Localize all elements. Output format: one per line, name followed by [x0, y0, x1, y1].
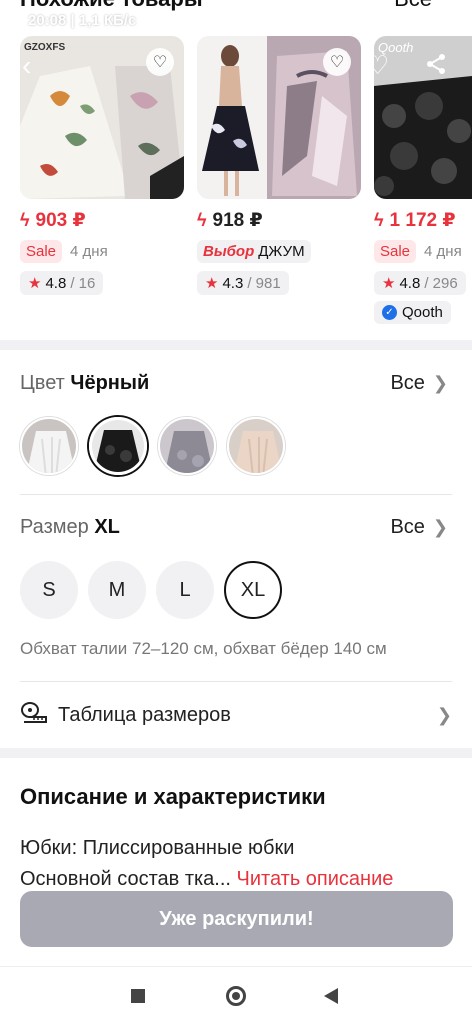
product-price: ϟ 918 ₽ — [197, 210, 263, 231]
product-rating: ★ 4.8 / 16 — [20, 271, 104, 295]
star-icon: ★ — [382, 275, 396, 292]
size-table-link[interactable]: Таблица размеров ❯ — [20, 700, 452, 730]
product-image[interactable]: ♡ — [197, 36, 361, 199]
verified-icon: ✓ — [382, 305, 397, 320]
status-time: 20:08 | 1,1 КБ/с — [28, 12, 137, 29]
size-options: S M L XL — [20, 561, 282, 619]
back-arrow-icon[interactable]: ‹ — [22, 52, 31, 80]
favorite-icon[interactable]: ♡ — [366, 52, 389, 78]
color-swatch-white[interactable] — [20, 417, 78, 475]
battery-level: 48% — [429, 11, 458, 28]
home-icon[interactable] — [226, 986, 246, 1006]
description-title: Описание и характеристики — [20, 784, 326, 809]
color-swatch-beige[interactable] — [227, 417, 285, 475]
size-option-xl[interactable]: XL — [224, 561, 282, 619]
section-separator — [0, 340, 472, 350]
recents-icon[interactable] — [131, 989, 145, 1003]
color-label: Цвет Чёрный — [20, 372, 150, 394]
divider — [20, 681, 452, 682]
color-swatch-black[interactable] — [89, 417, 147, 475]
color-all-link[interactable]: Все ❯ — [390, 372, 448, 395]
vybor-badge: Выбор ДЖУМ — [197, 240, 311, 263]
status-bar: 20:08 | 1,1 КБ/с ▂▄▆█ ◠ 48% — [0, 0, 472, 40]
size-option-l[interactable]: L — [156, 561, 214, 619]
color-swatch-grey[interactable] — [158, 417, 216, 475]
lightning-icon: ϟ — [20, 210, 30, 230]
similar-products-section: Похожие товары Все GZOXFS ♡ ϟ903 ₽ Sale … — [0, 0, 472, 340]
sold-out-button[interactable]: Уже раскупили! — [20, 891, 453, 947]
ruler-icon — [20, 700, 48, 730]
sale-badge: Sale — [374, 240, 417, 263]
product-tags: Выбор ДЖУМ — [197, 240, 361, 263]
product-price: ϟ1 172 ₽ — [374, 210, 456, 231]
star-icon: ★ — [28, 275, 42, 292]
product-price: ϟ 903 ₽ — [20, 210, 86, 231]
size-label: Размер XL — [20, 516, 120, 538]
product-tags: Sale 4 дня — [20, 240, 184, 263]
sale-badge: Sale — [20, 240, 63, 263]
wifi-icon: ◠ — [377, 11, 388, 27]
battery-icon — [395, 13, 422, 26]
product-rating: ★ 4.8 / 296 — [374, 271, 466, 295]
divider — [20, 494, 452, 495]
chevron-right-icon: ❯ — [432, 517, 448, 537]
size-option-s[interactable]: S — [20, 561, 78, 619]
chevron-right-icon: ❯ — [432, 373, 448, 393]
star-icon: ★ — [205, 275, 219, 292]
sale-days: 4 дня — [70, 243, 108, 260]
size-all-link[interactable]: Все ❯ — [390, 516, 448, 539]
status-right: ▂▄▆█ ◠ 48% — [328, 11, 458, 28]
lightning-icon: ϟ — [374, 210, 384, 230]
product-tags: Sale 4 дня — [374, 240, 472, 263]
system-nav-bar — [0, 966, 472, 1024]
sale-days: 4 дня — [424, 243, 462, 260]
lightning-icon: ϟ — [197, 210, 207, 230]
chevron-right-icon: ❯ — [436, 704, 452, 725]
color-swatches — [20, 417, 285, 475]
product-card[interactable]: ♡ ϟ 918 ₽ Выбор ДЖУМ ★ 4.3 / 981 — [197, 36, 361, 295]
description-line: Основной состав тка... Читать описание — [20, 868, 394, 890]
share-icon[interactable] — [424, 52, 448, 80]
product-card[interactable]: GZOXFS ♡ ϟ 903 ₽ Sale 4 дня ★ 4.8 / 16 — [20, 36, 184, 295]
back-icon[interactable] — [324, 988, 338, 1004]
product-rating: ★ 4.3 / 981 — [197, 271, 289, 295]
read-description-link[interactable]: Читать описание — [237, 868, 394, 890]
product-image[interactable]: GZOXFS ♡ — [20, 36, 184, 199]
description-line: Юбки: Плиссированные юбки — [20, 837, 295, 859]
size-table-label: Таблица размеров — [58, 703, 231, 726]
section-separator — [0, 748, 472, 758]
size-measurements: Обхват талии 72–120 см, обхват бёдер 140… — [20, 639, 387, 658]
favorite-icon[interactable]: ♡ — [146, 48, 174, 76]
favorite-icon[interactable]: ♡ — [323, 48, 351, 76]
signal-icon: ▂▄▆█ — [327, 11, 370, 27]
brand-badge[interactable]: ✓ Qooth — [374, 301, 451, 324]
size-option-m[interactable]: M — [88, 561, 146, 619]
